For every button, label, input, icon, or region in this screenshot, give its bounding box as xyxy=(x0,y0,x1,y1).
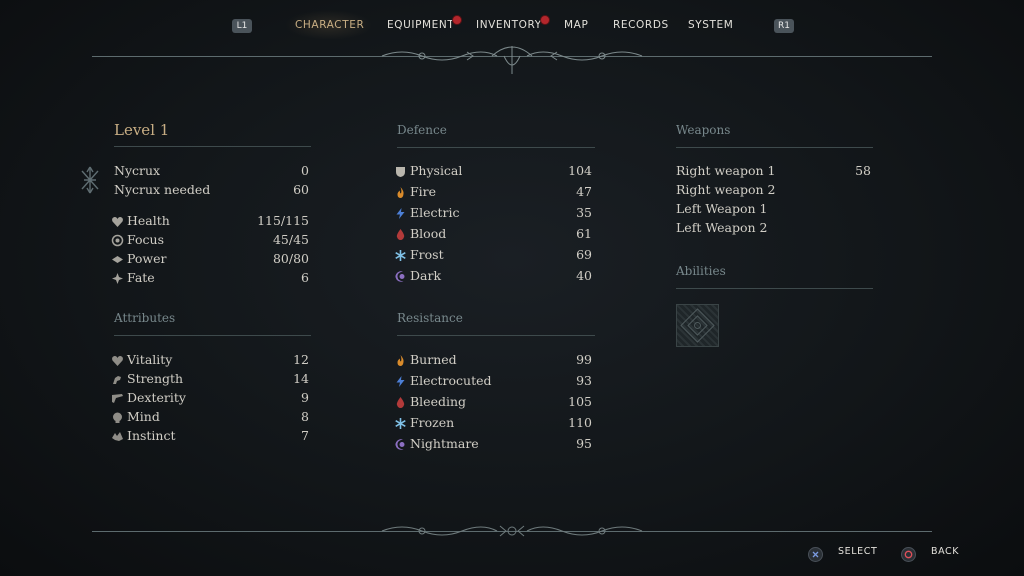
defence-row-physical[interactable]: Physical 104 xyxy=(394,162,592,180)
bleeding-icon xyxy=(394,396,407,409)
attribute-row-dexterity[interactable]: Dexterity 9 xyxy=(111,389,309,407)
tab-system[interactable]: SYSTEM xyxy=(688,19,733,31)
defence-title: Defence xyxy=(397,123,447,137)
divider xyxy=(397,335,595,336)
tab-records[interactable]: RECORDS xyxy=(613,19,669,31)
burned-icon xyxy=(394,354,407,367)
resistance-title: Resistance xyxy=(397,311,463,325)
tab-equipment[interactable]: EQUIPMENT xyxy=(387,15,463,31)
health-icon xyxy=(111,215,124,228)
power-icon xyxy=(111,253,124,266)
vitality-icon xyxy=(111,354,124,367)
ability-empty-pattern-icon xyxy=(680,308,715,343)
weapon-row-left-1[interactable]: Left Weapon 1 xyxy=(676,200,871,218)
back-button[interactable]: BACK xyxy=(931,546,959,557)
blood-icon xyxy=(394,228,407,241)
divider xyxy=(676,288,873,289)
nycrux-emblem-icon xyxy=(81,166,99,194)
defence-row-blood[interactable]: Blood 61 xyxy=(394,225,592,243)
circle-button-icon xyxy=(901,547,916,562)
weapon-row-left-2[interactable]: Left Weapon 2 xyxy=(676,219,871,237)
nycrux-needed-row: Nycrux needed 60 xyxy=(114,182,309,197)
tab-inventory[interactable]: INVENTORY xyxy=(476,15,550,31)
select-button[interactable]: SELECT xyxy=(838,546,877,557)
fire-icon xyxy=(394,186,407,199)
electric-icon xyxy=(394,207,407,220)
attribute-row-vitality[interactable]: Vitality 12 xyxy=(111,351,309,369)
divider xyxy=(397,147,595,148)
resistance-row-electrocuted[interactable]: Electrocuted 93 xyxy=(394,372,592,390)
dexterity-icon xyxy=(111,392,124,405)
defence-row-fire[interactable]: Fire 47 xyxy=(394,183,592,201)
defence-row-electric[interactable]: Electric 35 xyxy=(394,204,592,222)
stat-row-focus[interactable]: Focus 45/45 xyxy=(111,231,309,249)
ability-slot[interactable] xyxy=(676,304,719,347)
weapons-title: Weapons xyxy=(676,123,731,137)
attribute-row-mind[interactable]: Mind 8 xyxy=(111,408,309,426)
defence-row-dark[interactable]: Dark 40 xyxy=(394,267,592,285)
weapon-row-right-2[interactable]: Right weapon 2 xyxy=(676,181,871,199)
top-ornament xyxy=(381,46,643,74)
bottom-ornament xyxy=(381,525,643,537)
resistance-row-burned[interactable]: Burned 99 xyxy=(394,351,592,369)
tab-map[interactable]: MAP xyxy=(564,19,588,31)
nightmare-icon xyxy=(394,438,407,451)
strength-icon xyxy=(111,373,124,386)
instinct-icon xyxy=(111,430,124,443)
r1-button[interactable]: R1 xyxy=(774,19,794,33)
attribute-row-instinct[interactable]: Instinct 7 xyxy=(111,427,309,445)
resistance-row-frozen[interactable]: Frozen 110 xyxy=(394,414,592,432)
frost-icon xyxy=(394,249,407,262)
divider xyxy=(676,147,873,148)
attribute-row-strength[interactable]: Strength 14 xyxy=(111,370,309,388)
top-navigation: L1 CHARACTER EQUIPMENT INVENTORY MAP REC… xyxy=(0,10,1024,40)
dark-icon xyxy=(394,270,407,283)
mind-icon xyxy=(111,411,124,424)
stat-row-power[interactable]: Power 80/80 xyxy=(111,250,309,268)
stat-row-fate[interactable]: Fate 6 xyxy=(111,269,309,287)
tab-character[interactable]: CHARACTER xyxy=(295,19,364,31)
divider xyxy=(114,335,311,336)
electrocuted-icon xyxy=(394,375,407,388)
l1-button[interactable]: L1 xyxy=(232,19,252,33)
physical-icon xyxy=(394,165,407,178)
defence-row-frost[interactable]: Frost 69 xyxy=(394,246,592,264)
weapon-row-right-1[interactable]: Right weapon 1 58 xyxy=(676,162,871,180)
nycrux-row: Nycrux 0 xyxy=(114,163,309,178)
stat-row-health[interactable]: Health 115/115 xyxy=(111,212,309,230)
cross-button-icon xyxy=(808,547,823,562)
level-title: Level 1 xyxy=(114,121,170,139)
resistance-row-bleeding[interactable]: Bleeding 105 xyxy=(394,393,592,411)
resistance-row-nightmare[interactable]: Nightmare 95 xyxy=(394,435,592,453)
notification-badge xyxy=(539,15,550,25)
fate-icon xyxy=(111,272,124,285)
attributes-title: Attributes xyxy=(114,311,176,325)
focus-icon xyxy=(111,234,124,247)
notification-badge xyxy=(452,15,463,25)
abilities-title: Abilities xyxy=(676,264,726,278)
frozen-icon xyxy=(394,417,407,430)
divider xyxy=(114,146,311,147)
